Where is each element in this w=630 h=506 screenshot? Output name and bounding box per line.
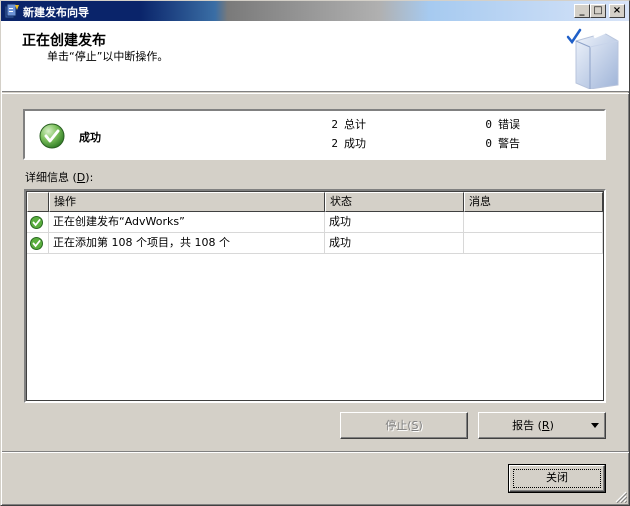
close-icon: × [612,5,622,16]
grid-header: 操作 状态 消息 [27,192,603,212]
details-mnemonic: D [76,171,86,184]
window-title: 新建发布向导 [23,6,89,19]
footer-divider-highlight [2,452,629,453]
details-label-suffix: ): [85,171,94,184]
minimize-button[interactable]: _ [574,4,590,18]
table-row[interactable]: 正在创建发布“AdvWorks” 成功 [27,212,603,233]
row-action: 正在添加第 108 个项目，共 108 个 [49,233,325,254]
row-icon-cell [27,233,49,254]
report-button[interactable]: 报告 (R) [478,412,606,439]
page-subtitle: 单击“停止”以中断操作。 [47,50,169,63]
dropdown-arrow-icon [591,423,599,428]
stop-button[interactable]: 停止(S) [340,412,468,439]
total-label: 总计 [344,118,366,131]
header-divider [2,93,629,94]
page-title: 正在创建发布 [22,33,106,49]
warning-count: 0 [485,137,492,150]
wizard-header: 正在创建发布 单击“停止”以中断操作。 [2,21,629,92]
wizard-window: 新建发布向导 _ □ × 正在创建发布 单击“停止”以中断操作。 成功 2 总计… [0,0,630,506]
row-message [464,233,603,254]
minimize-icon: _ [579,5,585,16]
title-bar[interactable]: 新建发布向导 _ □ × [1,1,629,21]
details-label: 详细信息 (D): [25,171,94,184]
stat-error: 0 错误 [482,116,520,132]
success-check-icon [30,237,43,250]
success-count: 2 [331,137,338,150]
column-header-action[interactable]: 操作 [49,192,325,212]
focus-rectangle [513,469,601,488]
stat-warning: 0 警告 [482,135,520,151]
error-label: 错误 [498,118,520,131]
row-status: 成功 [325,212,464,233]
row-message [464,212,603,233]
stat-success: 2 成功 [328,135,366,151]
summary-panel: 成功 2 总计 2 成功 0 错误 0 警告 [22,108,607,161]
stat-total: 2 总计 [328,116,366,132]
report-label: 报告 [512,419,535,432]
details-label-text: 详细信息 [25,171,69,184]
column-header-status[interactable]: 状态 [325,192,464,212]
success-check-icon [39,123,65,149]
error-count: 0 [485,118,492,131]
table-row[interactable]: 正在添加第 108 个项目，共 108 个 成功 [27,233,603,254]
stop-mnemonic: S [411,419,419,432]
resize-grip-icon[interactable] [615,491,627,503]
warning-label: 警告 [498,137,520,150]
total-count: 2 [331,118,338,131]
report-mnemonic: R [541,419,550,432]
row-icon-cell [27,212,49,233]
stop-label: 停止 [385,419,408,432]
close-button[interactable]: 关闭 [508,464,606,493]
maximize-icon: □ [593,5,603,16]
row-status: 成功 [325,233,464,254]
column-header-icon[interactable] [27,192,49,212]
overall-status: 成功 [79,131,101,144]
grid-body: 操作 状态 消息 正在创建发布“AdvWorks” 成功 正在添加第 108 个… [26,191,604,401]
column-header-message[interactable]: 消息 [464,192,603,212]
wizard-book-check-icon [566,28,623,89]
success-label: 成功 [344,137,366,150]
close-window-button[interactable]: × [609,4,625,18]
success-check-icon [30,216,43,229]
app-icon [4,3,19,19]
details-grid[interactable]: 操作 状态 消息 正在创建发布“AdvWorks” 成功 正在添加第 108 个… [23,188,607,404]
maximize-button[interactable]: □ [590,4,606,18]
row-action: 正在创建发布“AdvWorks” [49,212,325,233]
